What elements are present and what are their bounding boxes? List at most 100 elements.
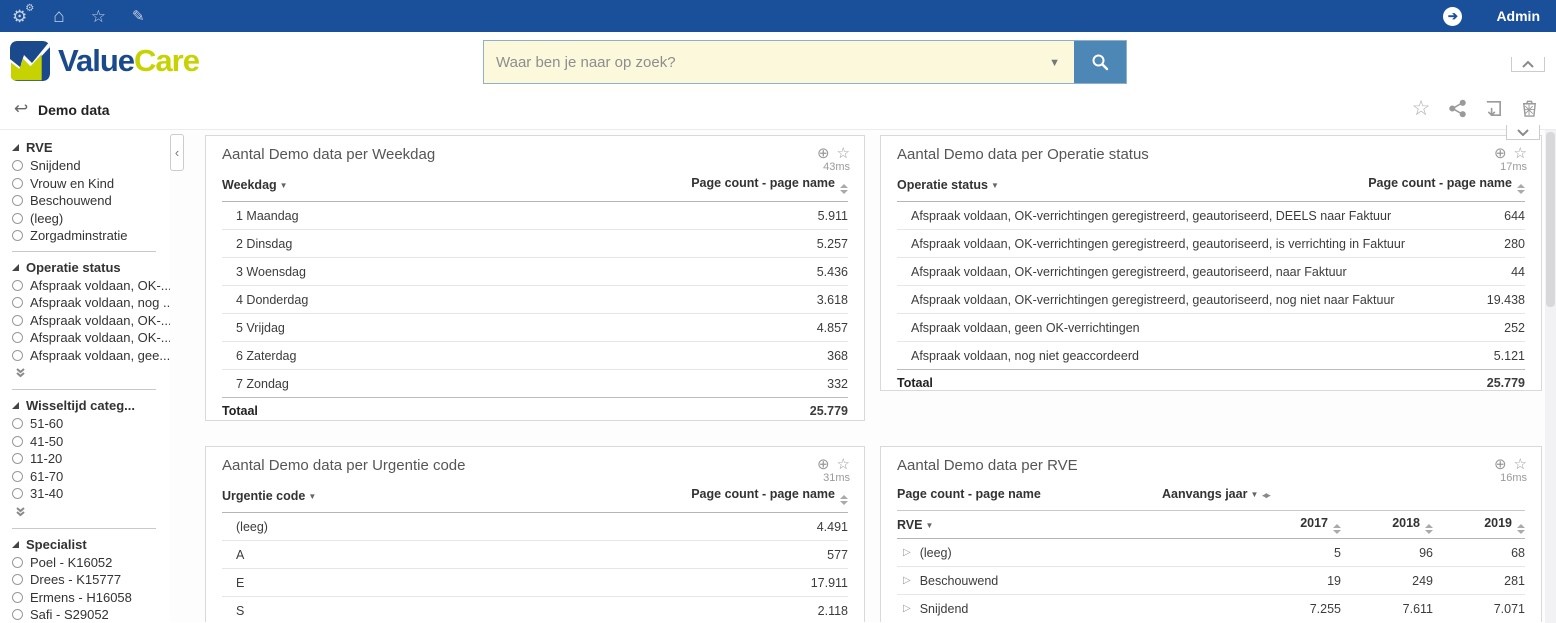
column-header-2017[interactable]: 2017	[1249, 516, 1341, 534]
sort-icon[interactable]	[840, 495, 848, 505]
filter-option[interactable]: (leeg)	[12, 210, 170, 228]
filter-option[interactable]: Snijdend	[12, 157, 170, 175]
filter-triangle-icon[interactable]: ▼	[280, 181, 288, 190]
filter-option[interactable]: Drees - K15777	[12, 571, 170, 589]
table-row[interactable]: 1 Maandag5.911	[222, 202, 848, 230]
table-row[interactable]: 5 Vrijdag4.857	[222, 314, 848, 342]
panel-star-icon[interactable]: ☆	[837, 455, 850, 473]
table-row[interactable]: 3 Woensdag5.436	[222, 258, 848, 286]
filter-triangle-icon[interactable]: ▼	[925, 521, 933, 530]
table-row[interactable]: S2.118	[222, 597, 848, 622]
filter-option[interactable]: Afspraak voldaan, OK-...	[12, 329, 170, 347]
trash-icon[interactable]	[1518, 97, 1540, 119]
table-row[interactable]: 4 Donderdag3.618	[222, 286, 848, 314]
back-arrow-icon[interactable]: ↩	[14, 99, 28, 119]
user-menu[interactable]: Admin	[1496, 8, 1540, 24]
table-row[interactable]: Afspraak voldaan, geen OK-verrichtingen2…	[897, 314, 1525, 342]
filter-triangle-icon[interactable]: ▼	[991, 181, 999, 190]
search-input[interactable]	[484, 41, 1074, 83]
filter-option[interactable]: Afspraak voldaan, nog ...	[12, 294, 170, 312]
pivot-column-header[interactable]: Aanvangs jaar▼◂▸	[1162, 487, 1269, 501]
edit-pencil-icon[interactable]: ✎	[132, 9, 145, 24]
filter-option[interactable]: Safi - S29052	[12, 606, 170, 623]
column-header-pagecount[interactable]: Page count - page name	[691, 176, 848, 194]
sort-icon[interactable]	[1333, 524, 1341, 534]
sidebar-collapse-handle[interactable]: ‹	[170, 134, 184, 171]
home-icon[interactable]: ⌂	[53, 7, 64, 26]
search-dropdown-caret-icon[interactable]: ▼	[1049, 57, 1060, 69]
column-header-2018[interactable]: 2018	[1341, 516, 1433, 534]
filter-option[interactable]: Vrouw en Kind	[12, 175, 170, 193]
column-header-urgentie-code[interactable]: Urgentie code▼	[222, 489, 316, 503]
table-row[interactable]: Afspraak voldaan, OK-verrichtingen gereg…	[897, 258, 1525, 286]
filter-option[interactable]: Afspraak voldaan, gee...	[12, 347, 170, 365]
panel-star-icon[interactable]: ☆	[837, 144, 850, 162]
render-time: 31ms	[817, 472, 850, 484]
zoom-circle-plus-icon[interactable]: ⊕	[1494, 455, 1507, 473]
table-row[interactable]: Afspraak voldaan, nog niet geaccordeerd5…	[897, 342, 1525, 370]
filter-option[interactable]: Poel - K16052	[12, 554, 170, 572]
favorite-page-star-icon[interactable]: ☆	[1410, 97, 1432, 119]
column-header-pagecount[interactable]: Page count - page name	[1368, 176, 1525, 194]
logout-arrow-icon[interactable]: ➔	[1443, 7, 1462, 26]
valuecare-logo[interactable]: ValueCare	[10, 41, 199, 81]
filter-option[interactable]: 61-70	[12, 468, 170, 486]
section-header-specialist[interactable]: Specialist	[12, 535, 170, 554]
filter-option[interactable]: 51-60	[12, 415, 170, 433]
section-header-rve[interactable]: RVE	[12, 138, 170, 157]
table-row[interactable]: 2 Dinsdag5.257	[222, 230, 848, 258]
expand-triangle-icon[interactable]: ▷	[903, 575, 911, 586]
panel-star-icon[interactable]: ☆	[1514, 144, 1527, 162]
scrollbar-thumb[interactable]	[1546, 132, 1555, 307]
filter-option[interactable]: 11-20	[12, 450, 170, 468]
pivot-toggle-icon[interactable]: ◂▸	[1262, 490, 1269, 500]
search-button[interactable]	[1074, 41, 1126, 83]
share-icon[interactable]	[1446, 97, 1468, 119]
collapse-toolbar-button[interactable]	[1506, 125, 1540, 140]
filter-option[interactable]: Beschouwend	[12, 192, 170, 210]
pivot-row[interactable]: ▷Snijdend 7.255 7.611 7.071	[897, 595, 1525, 622]
section-header-operatie-status[interactable]: Operatie status	[12, 258, 170, 277]
table-row[interactable]: A577	[222, 541, 848, 569]
settings-gears-icon[interactable]: ⚙⚙	[12, 8, 27, 25]
save-icon[interactable]	[1482, 97, 1504, 119]
sort-icon[interactable]	[840, 184, 848, 194]
sort-icon[interactable]	[1425, 524, 1433, 534]
filter-option[interactable]: Afspraak voldaan, OK-...	[12, 277, 170, 295]
favorites-star-icon[interactable]: ☆	[91, 8, 106, 25]
table-row[interactable]: Afspraak voldaan, OK-verrichtingen gereg…	[897, 286, 1525, 314]
zoom-circle-plus-icon[interactable]: ⊕	[817, 144, 830, 162]
table-row[interactable]: Afspraak voldaan, OK-verrichtingen gereg…	[897, 202, 1525, 230]
table-row[interactable]: Afspraak voldaan, OK-verrichtingen gereg…	[897, 230, 1525, 258]
table-row[interactable]: 6 Zaterdag368	[222, 342, 848, 370]
zoom-circle-plus-icon[interactable]: ⊕	[817, 455, 830, 473]
zoom-circle-plus-icon[interactable]: ⊕	[1494, 144, 1507, 162]
column-header-2019[interactable]: 2019	[1433, 516, 1525, 534]
show-more-chevrons-icon[interactable]	[15, 504, 170, 522]
pivot-row[interactable]: ▷Beschouwend 19 249 281	[897, 567, 1525, 595]
column-header-weekdag[interactable]: Weekdag▼	[222, 178, 288, 192]
filter-option[interactable]: Zorgadminstratie	[12, 227, 170, 245]
filter-triangle-icon[interactable]: ▼	[1250, 490, 1258, 499]
section-header-wisseltijd[interactable]: Wisseltijd categ...	[12, 396, 170, 415]
column-header-operatie-status[interactable]: Operatie status▼	[897, 178, 999, 192]
collapse-header-button[interactable]	[1511, 57, 1545, 72]
table-row[interactable]: E17.911	[222, 569, 848, 597]
sort-icon[interactable]	[1517, 524, 1525, 534]
filter-option[interactable]: Afspraak voldaan, OK-...	[12, 312, 170, 330]
expand-triangle-icon[interactable]: ▷	[903, 603, 911, 614]
filter-triangle-icon[interactable]: ▼	[308, 492, 316, 501]
table-row[interactable]: 7 Zondag332	[222, 370, 848, 398]
table-row[interactable]: (leeg)4.491	[222, 513, 848, 541]
filter-option[interactable]: Ermens - H16058	[12, 589, 170, 607]
show-more-chevrons-icon[interactable]	[15, 365, 170, 383]
filter-option[interactable]: 41-50	[12, 433, 170, 451]
vertical-scrollbar[interactable]	[1545, 130, 1556, 623]
pivot-row[interactable]: ▷(leeg) 5 96 68	[897, 539, 1525, 567]
filter-option[interactable]: 31-40	[12, 485, 170, 503]
panel-star-icon[interactable]: ☆	[1514, 455, 1527, 473]
sort-icon[interactable]	[1517, 184, 1525, 194]
column-header-pagecount[interactable]: Page count - page name	[691, 487, 848, 505]
expand-triangle-icon[interactable]: ▷	[903, 547, 911, 558]
column-header-rve[interactable]: RVE▼	[897, 518, 1249, 532]
